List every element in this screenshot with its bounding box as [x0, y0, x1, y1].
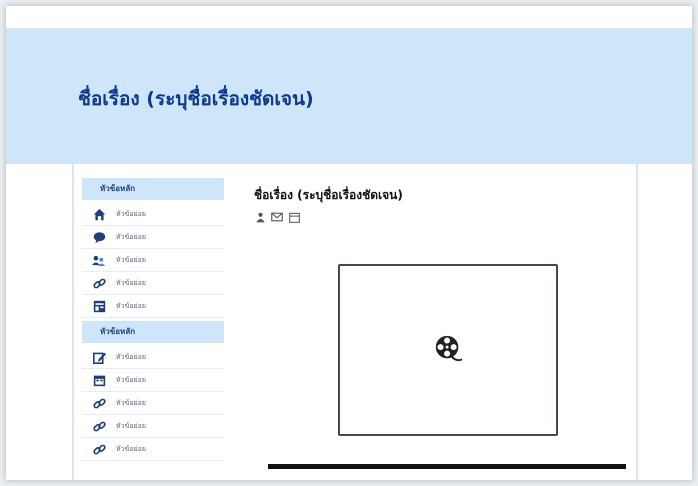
divider-line — [268, 464, 626, 469]
sidebar: หัวข้อหลัก หัวข้อย่อย หัวข้อย่อย หัวข้อย… — [82, 178, 224, 461]
sidebar-item-label: หัวข้อย่อย — [116, 444, 146, 453]
link-icon — [92, 396, 106, 410]
sidebar-item-users[interactable]: หัวข้อย่อย — [82, 249, 224, 272]
sidebar-item-label: หัวข้อย่อย — [116, 209, 146, 218]
main-content: ชื่อเรื่อง (ระบุชื่อเรื่องชัดเจน) — [254, 186, 626, 469]
video-placeholder[interactable] — [338, 264, 558, 436]
chat-icon — [92, 230, 106, 244]
sidebar-item-calendar[interactable]: หัวข้อย่อย — [82, 369, 224, 392]
article-title: ชื่อเรื่อง (ระบุชื่อเรื่องชัดเจน) — [254, 188, 403, 202]
home-icon — [92, 207, 106, 221]
sidebar-item-chat[interactable]: หัวข้อย่อย — [82, 226, 224, 249]
sidebar-item-label: หัวข้อย่อย — [116, 398, 146, 407]
film-reel-icon — [433, 333, 463, 367]
sidebar-item-link[interactable]: หัวข้อย่อย — [82, 272, 224, 295]
sidebar-item-label: หัวข้อย่อย — [116, 232, 146, 241]
sidebar-item-link[interactable]: หัวข้อย่อย — [82, 438, 224, 461]
top-strip — [6, 6, 692, 30]
sidebar-item-document[interactable]: หัวข้อย่อย — [82, 295, 224, 318]
sidebar-item-link[interactable]: หัวข้อย่อย — [82, 415, 224, 438]
document-icon — [92, 299, 106, 313]
sidebar-item-label: หัวข้อย่อย — [116, 352, 146, 361]
sidebar-item-label: หัวข้อย่อย — [116, 278, 146, 287]
banner-title: ชื่อเรื่อง (ระบุชื่อเรื่องชัดเจน) — [78, 88, 314, 110]
sidebar-item-link[interactable]: หัวข้อย่อย — [82, 392, 224, 415]
calendar-icon[interactable] — [288, 211, 300, 223]
sidebar-item-label: หัวข้อย่อย — [116, 421, 146, 430]
calendar-icon — [92, 373, 106, 387]
sidebar-section-header: หัวข้อหลัก — [82, 321, 224, 343]
sidebar-section-header: หัวข้อหลัก — [82, 178, 224, 200]
person-icon[interactable] — [254, 211, 266, 223]
header-banner: ชื่อเรื่อง (ระบุชื่อเรื่องชัดเจน) — [6, 30, 692, 164]
mail-icon[interactable] — [271, 211, 283, 223]
content-area: หัวข้อหลัก หัวข้อย่อย หัวข้อย่อย หัวข้อย… — [72, 164, 638, 480]
users-icon — [92, 253, 106, 267]
link-icon — [92, 276, 106, 290]
page-frame: ชื่อเรื่อง (ระบุชื่อเรื่องชัดเจน) หัวข้อ… — [6, 6, 692, 480]
article-meta — [254, 211, 624, 223]
sidebar-item-edit[interactable]: หัวข้อย่อย — [82, 346, 224, 369]
link-icon — [92, 419, 106, 433]
edit-icon — [92, 350, 106, 364]
link-icon — [92, 442, 106, 456]
sidebar-item-label: หัวข้อย่อย — [116, 255, 146, 264]
sidebar-item-home[interactable]: หัวข้อย่อย — [82, 203, 224, 226]
sidebar-item-label: หัวข้อย่อย — [116, 375, 146, 384]
sidebar-item-label: หัวข้อย่อย — [116, 301, 146, 310]
